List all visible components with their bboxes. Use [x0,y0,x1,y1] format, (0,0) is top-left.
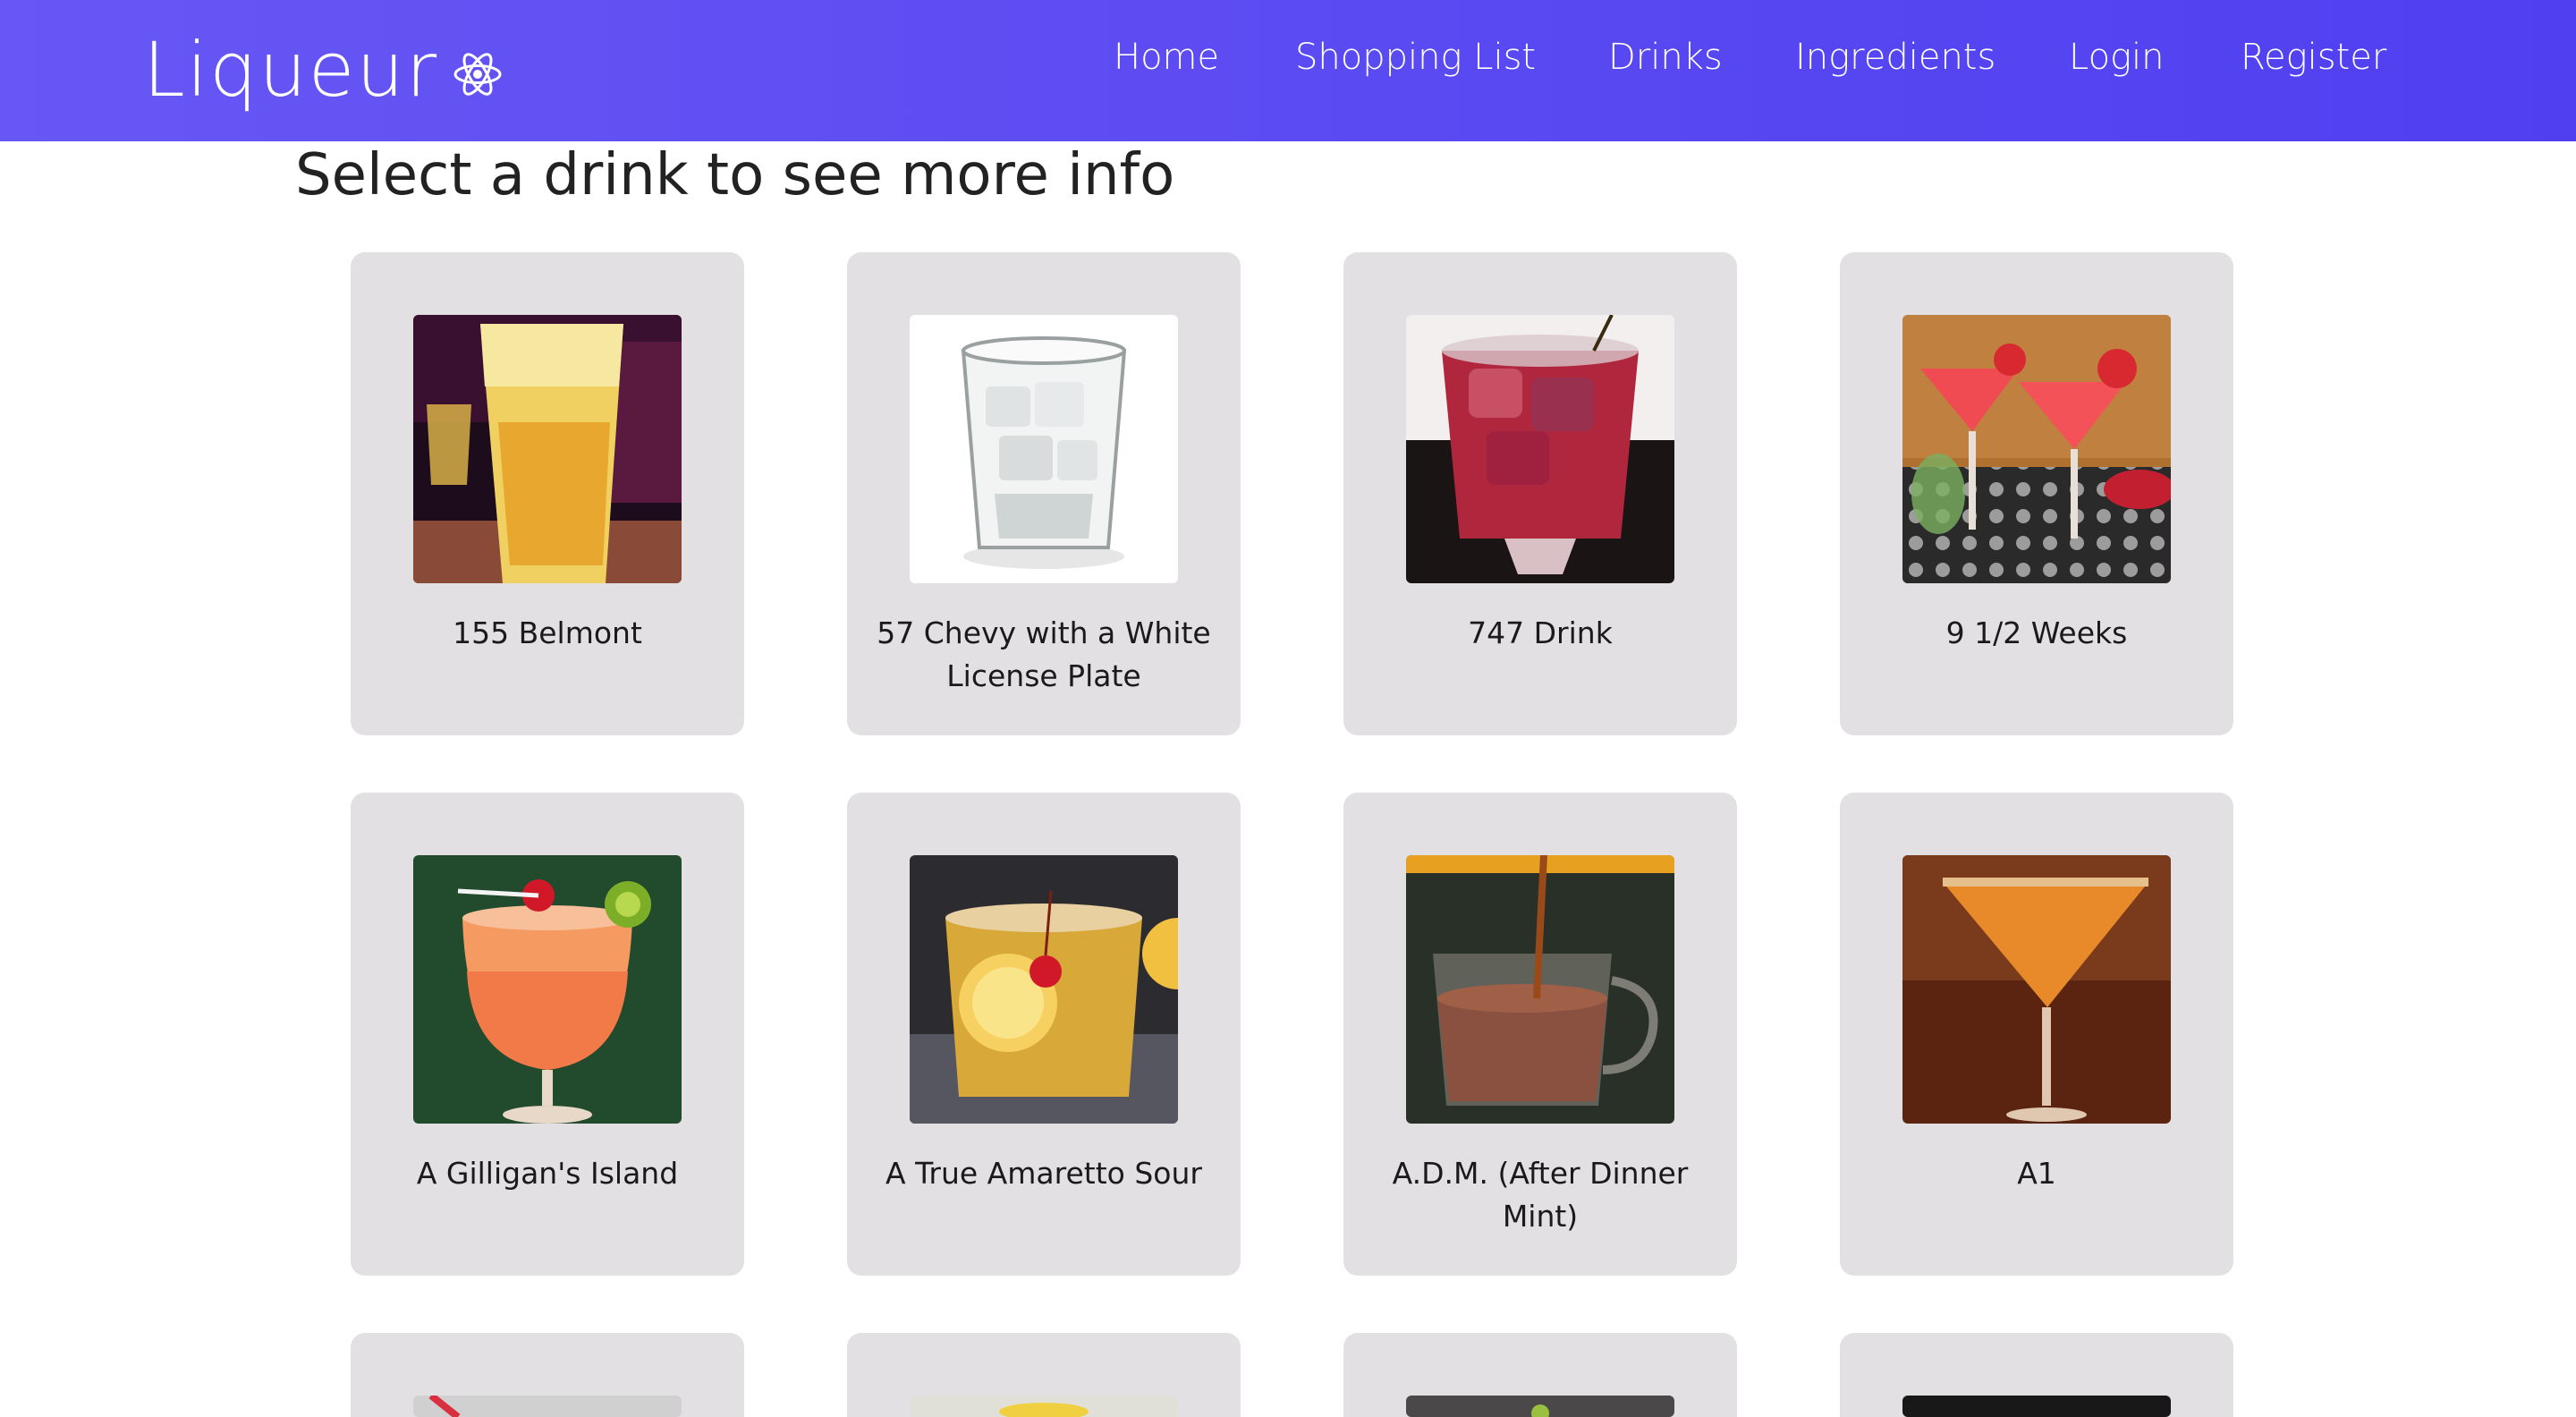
drink-card[interactable] [1840,1333,2233,1417]
nav-link-home[interactable]: Home [1114,32,1219,82]
drink-name: 57 Chevy with a White License Plate [877,615,1211,693]
drink-image-partial [413,1396,682,1417]
drink-image-hot-chocolate-mug [1406,855,1674,1124]
drink-image-partial [1406,1396,1674,1417]
drink-name: A.D.M. (After Dinner Mint) [1392,1156,1689,1234]
drink-name: 747 Drink [1468,615,1613,650]
drink-card[interactable]: A Gilligan's Island [351,793,744,1276]
drink-card[interactable]: 747 Drink [1343,252,1737,735]
drink-name: A Gilligan's Island [416,1156,679,1191]
drink-image-red-iced-drink [1406,315,1674,583]
brand-name: Liqueur [143,26,439,114]
drink-image-orange-tropical-cocktail [413,855,682,1124]
drink-image-orange-martini-sugar-rim [1902,855,2171,1124]
drink-card[interactable]: A.D.M. (After Dinner Mint) [1343,793,1737,1276]
drink-card[interactable] [847,1333,1241,1417]
drink-name: A1 [2017,1156,2056,1191]
drink-card[interactable]: A1 [1840,793,2233,1276]
drink-name: 155 Belmont [453,615,642,650]
drink-card[interactable] [1343,1333,1737,1417]
drink-image-amber-sour-with-lemon [910,855,1178,1124]
drink-card[interactable]: 155 Belmont [351,252,744,735]
navbar: Liqueur Home Shopping List Drinks Ingred… [0,0,2576,141]
drink-image-pink-martini-strawberry [1902,315,2171,583]
nav-link-ingredients[interactable]: Ingredients [1795,32,1996,82]
nav-link-login[interactable]: Login [2069,32,2165,82]
drink-image-partial [910,1396,1178,1417]
drink-card[interactable]: 9 1/2 Weeks [1840,252,2233,735]
drink-image-partial [1902,1396,2171,1417]
page-heading: Select a drink to see more info [295,142,1175,208]
drink-name: 9 1/2 Weeks [1945,615,2128,650]
drink-image-clear-rocks-glass [910,315,1178,583]
nav-link-register[interactable]: Register [2241,32,2386,82]
react-atom-icon [453,53,502,96]
drink-card[interactable]: A True Amaretto Sour [847,793,1241,1276]
brand-link[interactable]: Liqueur [143,16,503,123]
nav-link-shopping-list[interactable]: Shopping List [1295,32,1536,82]
drink-image-tall-yellow-cocktail [413,315,682,583]
drink-card[interactable] [351,1333,744,1417]
drink-card[interactable]: 57 Chevy with a White License Plate [847,252,1241,735]
drink-name: A True Amaretto Sour [886,1156,1202,1191]
nav-link-drinks[interactable]: Drinks [1608,32,1723,82]
